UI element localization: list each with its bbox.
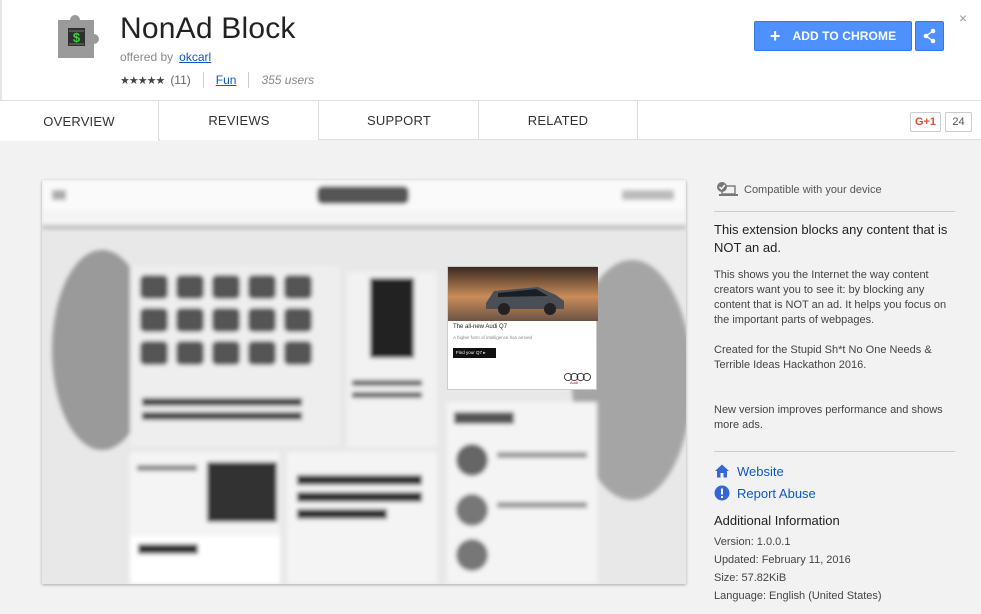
- google-plus-button[interactable]: G+1: [910, 112, 941, 132]
- report-abuse-label: Report Abuse: [737, 485, 816, 501]
- divider: [714, 451, 955, 452]
- website-label: Website: [737, 463, 784, 479]
- user-count: 355 users: [261, 73, 315, 87]
- offered-by: offered by okcarl: [120, 50, 211, 64]
- car-photo: [448, 267, 598, 321]
- compatible-device-icon: [717, 182, 738, 196]
- rating-count[interactable]: (11): [170, 73, 190, 87]
- ad-headline: The all-new Audi Q7: [453, 324, 508, 330]
- description-paragraph-1: This shows you the Internet the way cont…: [714, 269, 947, 326]
- developer-link[interactable]: okcarl: [179, 50, 211, 64]
- ad-subheadline: A higher form of intelligence has arrive…: [453, 335, 533, 340]
- compatibility-text: Compatible with your device: [744, 184, 882, 196]
- divider: [714, 211, 955, 212]
- close-icon[interactable]: ×: [959, 10, 967, 26]
- detail-header: $ NonAd Block offered by okcarl ★★★★★ (11…: [0, 0, 981, 100]
- additional-info-heading: Additional Information: [714, 513, 840, 528]
- share-icon: [923, 28, 936, 44]
- puzzle-piece-icon: $: [58, 15, 99, 58]
- updated-info: Updated: February 11, 2016: [714, 554, 851, 566]
- alert-icon: [714, 485, 730, 501]
- category-link[interactable]: Fun: [216, 73, 237, 87]
- compatibility-note: Compatible with your device: [716, 181, 882, 199]
- description-paragraph-2: Created for the Stupid Sh*t No One Needs…: [714, 344, 932, 371]
- tab-bar: OVERVIEW REVIEWS SUPPORT RELATED G+1 24: [0, 100, 981, 141]
- tab-related[interactable]: RELATED: [479, 101, 638, 140]
- add-to-chrome-button[interactable]: + ADD TO CHROME: [754, 21, 912, 51]
- offered-by-label: offered by: [120, 50, 174, 64]
- tab-support[interactable]: SUPPORT: [320, 101, 479, 140]
- divider: [202, 72, 204, 88]
- version-info: Version: 1.0.0.1: [714, 536, 791, 548]
- rating-stars: ★★★★★: [120, 74, 165, 87]
- home-icon: [715, 464, 729, 478]
- divider: [248, 72, 250, 88]
- svg-text:$: $: [73, 30, 81, 45]
- plus-icon: +: [769, 26, 781, 46]
- screenshot-preview[interactable]: The all-new Audi Q7 A higher form of int…: [42, 180, 686, 584]
- audi-ad-card: The all-new Audi Q7 A higher form of int…: [447, 266, 598, 390]
- extension-summary: This extension blocks any content that i…: [714, 222, 948, 255]
- meta-row: ★★★★★ (11) Fun 355 users: [120, 72, 314, 88]
- add-to-chrome-label: ADD TO CHROME: [792, 29, 897, 43]
- google-plus-count: 24: [945, 112, 972, 132]
- ad-brand-label: Audi: [570, 380, 579, 385]
- overview-panel: The all-new Audi Q7 A higher form of int…: [0, 141, 981, 614]
- tab-overview[interactable]: OVERVIEW: [0, 101, 159, 141]
- website-link[interactable]: Website: [714, 463, 784, 479]
- size-info: Size: 57.82KiB: [714, 572, 787, 584]
- tab-reviews[interactable]: REVIEWS: [160, 101, 319, 140]
- extension-title: NonAd Block: [120, 12, 296, 45]
- language-info: Language: English (United States): [714, 590, 882, 602]
- share-button[interactable]: [915, 21, 944, 51]
- description-paragraph-3: New version improves performance and sho…: [714, 404, 943, 431]
- report-abuse-link[interactable]: Report Abuse: [714, 485, 816, 501]
- ad-cta-button: Find your Q7 ▸: [453, 348, 496, 358]
